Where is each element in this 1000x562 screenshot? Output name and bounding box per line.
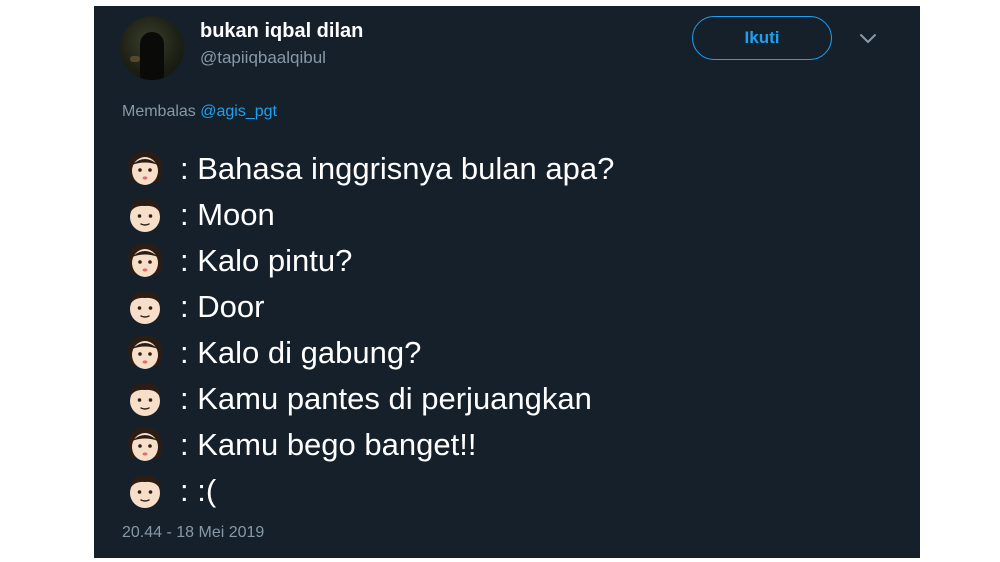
- tweet-card: bukan iqbal dilan @tapiiqbaalqibul Ikuti…: [94, 6, 920, 558]
- man-face-icon: [130, 383, 160, 416]
- man-face-icon: [130, 199, 160, 232]
- dialogue-line: : Kalo pintu?: [126, 238, 614, 284]
- dialogue-text: : Kamu pantes di perjuangkan: [180, 381, 592, 416]
- dialogue-line: : Kamu bego banget!!: [126, 422, 614, 468]
- dialogue-text: : Moon: [180, 197, 275, 232]
- reply-mention-link[interactable]: @agis_pgt: [200, 103, 277, 120]
- dialogue-text: : Bahasa inggrisnya bulan apa?: [180, 151, 615, 186]
- dialogue-text: : Kalo pintu?: [180, 243, 353, 278]
- dialogue-line: : :(: [126, 468, 614, 514]
- display-name[interactable]: bukan iqbal dilan: [200, 20, 363, 43]
- dialogue-line: : Kamu pantes di perjuangkan: [126, 376, 614, 422]
- dialogue-text: : :(: [180, 473, 217, 508]
- tweet-text: : Bahasa inggrisnya bulan apa? : Moon: …: [126, 146, 614, 514]
- dialogue-line: : Kalo di gabung?: [126, 330, 614, 376]
- dialogue-line: : Bahasa inggrisnya bulan apa?: [126, 146, 614, 192]
- chevron-down-icon[interactable]: [858, 32, 878, 46]
- follow-button[interactable]: Ikuti: [692, 16, 832, 60]
- dialogue-line: : Moon: [126, 192, 614, 238]
- woman-face-icon: [128, 427, 162, 461]
- user-handle[interactable]: @tapiiqbaalqibul: [200, 48, 326, 68]
- avatar[interactable]: [120, 16, 184, 80]
- woman-face-icon: [128, 243, 162, 277]
- woman-face-icon: [128, 335, 162, 369]
- woman-face-icon: [128, 151, 162, 185]
- man-face-icon: [130, 291, 160, 324]
- man-face-icon: [130, 475, 160, 508]
- reply-context: Membalas @agis_pgt: [122, 103, 277, 121]
- dialogue-line: : Door: [126, 284, 614, 330]
- avatar-light: [130, 56, 140, 62]
- dialogue-text: : Kalo di gabung?: [180, 335, 422, 370]
- reply-prefix: Membalas: [122, 103, 196, 120]
- dialogue-text: : Kamu bego banget!!: [180, 427, 477, 462]
- tweet-timestamp[interactable]: 20.44 - 18 Mei 2019: [122, 524, 264, 542]
- dialogue-text: : Door: [180, 289, 265, 324]
- avatar-figure: [140, 32, 164, 80]
